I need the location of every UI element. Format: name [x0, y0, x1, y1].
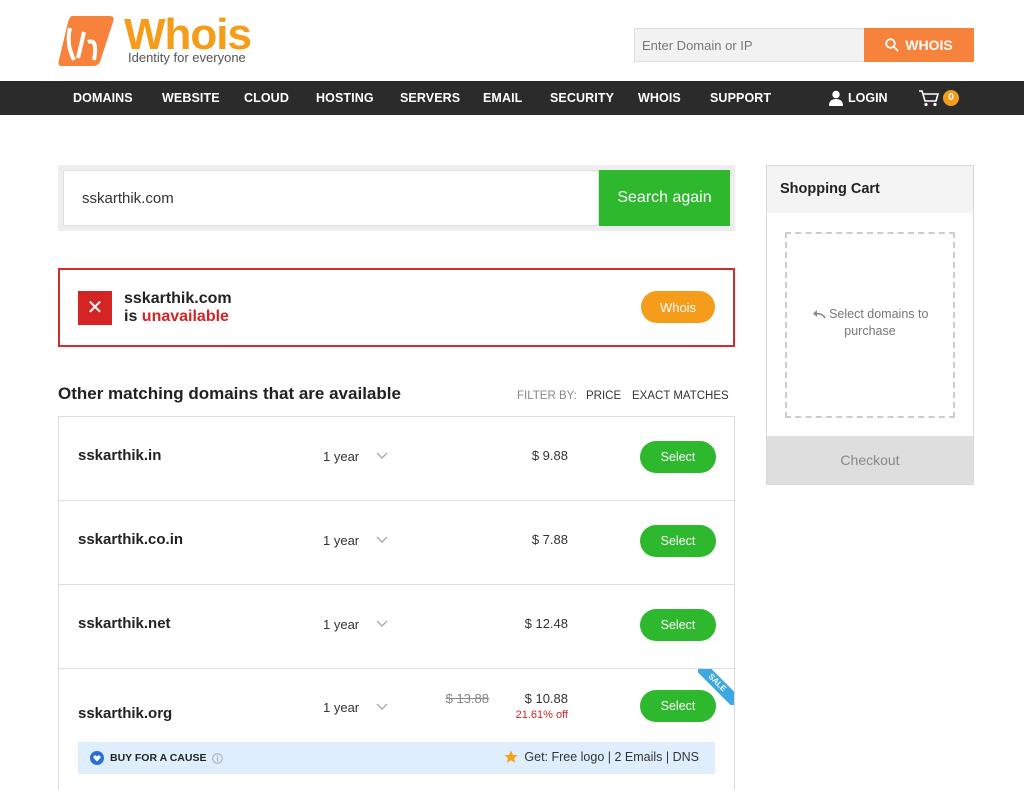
nav-login[interactable]: LOGIN	[828, 81, 888, 115]
old-price: $ 13.88	[445, 691, 489, 706]
header-domain-input[interactable]	[634, 28, 864, 62]
filter-label: FILTER BY:	[517, 390, 577, 402]
nav-security[interactable]: SECURITY	[550, 81, 614, 115]
result-domain: sskarthik.co.in	[78, 531, 184, 548]
buy-for-cause-bar: BUY FOR A CAUSE Get: Free logo | 2 Email…	[78, 742, 715, 774]
result-price: $ 7.88	[531, 532, 568, 547]
select-button[interactable]: Select	[640, 690, 716, 722]
result-domain: sskarthik.net	[78, 615, 171, 632]
unavailable-status-text: unavailable	[141, 308, 229, 325]
result-price: $ 9.88	[531, 448, 568, 463]
login-label: LOGIN	[848, 91, 888, 105]
nav-cart[interactable]: 0	[918, 81, 959, 115]
whois-button[interactable]: Whois	[641, 291, 715, 323]
result-domain: sskarthik.in	[78, 447, 162, 464]
list-item: sskarthik.net 1 year $ 12.48 Select	[59, 585, 734, 669]
cause-perks-group: Get: Free logo | 2 Emails | DNS	[504, 750, 699, 764]
star-icon	[504, 750, 518, 763]
unavailable-notice: ✕ sskarthik.com is unavailable Whois	[58, 268, 735, 347]
search-icon	[885, 38, 899, 52]
header-whois-button[interactable]: WHOIS	[864, 28, 974, 62]
header-whois-search: WHOIS	[634, 28, 974, 62]
list-item: sskarthik.in 1 year $ 9.88 Select	[59, 417, 734, 501]
header-whois-label: WHOIS	[905, 37, 953, 53]
nav-email[interactable]: EMAIL	[483, 81, 522, 115]
cause-perks: Get: Free logo | 2 Emails | DNS	[524, 750, 699, 764]
chevron-down-icon[interactable]	[375, 450, 389, 460]
unavailable-prefix: is	[124, 308, 142, 325]
checkout-button[interactable]: Checkout	[767, 436, 973, 484]
term-select[interactable]: 1 year	[323, 617, 359, 632]
cause-label: BUY FOR A CAUSE	[110, 752, 207, 764]
term-select[interactable]: 1 year	[323, 700, 359, 715]
unavailable-status: is unavailable	[124, 308, 229, 326]
nav-website[interactable]: WEBSITE	[162, 81, 220, 115]
search-again-button[interactable]: Search again	[599, 170, 730, 226]
cart-hint: Select domains to purchase	[787, 306, 953, 340]
main-nav: DOMAINS WEBSITE CLOUD HOSTING SERVERS EM…	[0, 81, 1024, 115]
term-select[interactable]: 1 year	[323, 449, 359, 464]
cause-label-group: BUY FOR A CAUSE	[90, 751, 224, 765]
results-title: Other matching domains that are availabl…	[58, 384, 401, 403]
cart-hint-text: Select domains to purchase	[829, 307, 929, 338]
nav-cloud[interactable]: CLOUD	[244, 81, 289, 115]
discount-text: 21.61% off	[515, 709, 568, 721]
nav-whois[interactable]: WHOIS	[638, 81, 681, 115]
cart-title: Shopping Cart	[767, 166, 973, 213]
domain-search: Search again	[58, 165, 735, 231]
chevron-down-icon[interactable]	[375, 618, 389, 628]
result-domain: sskarthik.org	[78, 705, 173, 722]
nav-servers[interactable]: SERVERS	[400, 81, 460, 115]
chevron-down-icon[interactable]	[375, 701, 389, 711]
chevron-down-icon[interactable]	[375, 534, 389, 544]
user-icon	[829, 90, 843, 106]
term-select[interactable]: 1 year	[323, 533, 359, 548]
select-button[interactable]: Select	[640, 441, 716, 473]
logo-mark-icon	[58, 16, 114, 66]
cart-icon	[919, 90, 940, 107]
select-button[interactable]: Select	[640, 609, 716, 641]
brand-logo[interactable]: Whois Identity for everyone	[58, 10, 268, 68]
close-icon: ✕	[78, 291, 112, 325]
nav-support[interactable]: SUPPORT	[710, 81, 771, 115]
list-item: sskarthik.co.in 1 year $ 7.88 Select	[59, 501, 734, 585]
select-button[interactable]: Select	[640, 525, 716, 557]
cart-count-badge: 0	[943, 90, 959, 106]
heart-badge-icon	[90, 751, 104, 765]
reply-arrow-icon	[812, 310, 826, 319]
results-list: sskarthik.in 1 year $ 9.88 Select sskart…	[58, 416, 735, 790]
filter-price[interactable]: PRICE	[586, 390, 621, 402]
brand-tagline: Identity for everyone	[128, 50, 246, 65]
shopping-cart-panel: Shopping Cart Select domains to purchase…	[766, 165, 974, 485]
nav-hosting[interactable]: HOSTING	[316, 81, 374, 115]
cart-drop-zone: Select domains to purchase	[785, 232, 955, 418]
filter-exact-matches[interactable]: EXACT MATCHES	[632, 390, 729, 402]
result-price: $ 10.88	[524, 691, 568, 706]
list-item-sale: SALE sskarthik.org 1 year $ 13.88 $ 10.8…	[59, 669, 734, 790]
unavailable-domain: sskarthik.com	[124, 290, 232, 307]
nav-domains[interactable]: DOMAINS	[73, 81, 133, 115]
info-icon[interactable]	[212, 752, 224, 764]
result-price: $ 12.48	[524, 616, 568, 631]
domain-search-input[interactable]	[63, 170, 599, 226]
